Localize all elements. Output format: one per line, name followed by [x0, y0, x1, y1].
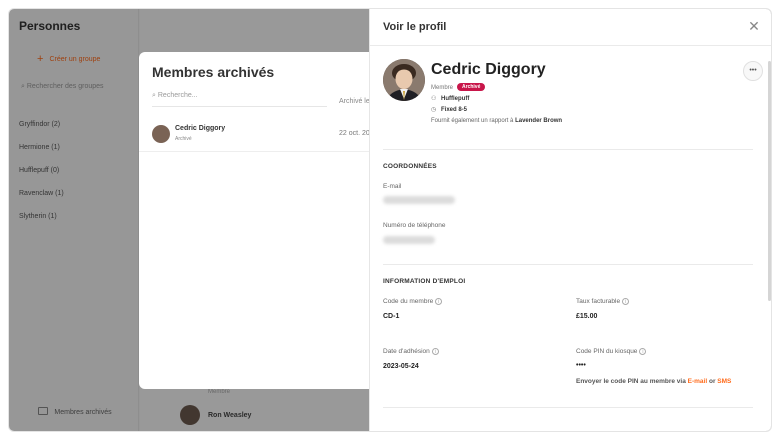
divider — [383, 407, 753, 408]
employment-section-title: INFORMATION D'EMPLOI — [383, 278, 466, 285]
member-group-line: ⚇ Hufflepuff — [431, 95, 469, 102]
reports-to-name: Lavender Brown — [515, 118, 563, 124]
send-pin-or: or — [708, 378, 716, 385]
member-name: Cedric Diggory — [431, 61, 546, 78]
close-icon[interactable]: ✕ — [747, 19, 761, 33]
status-badge: Archivé — [457, 83, 486, 91]
send-pin-line: Envoyer le code PIN au membre via E-mail… — [576, 378, 731, 385]
member-schedule-line: ◷ Fixed 8-5 — [431, 106, 467, 113]
kiosk-pin-label-wrap: Code PIN du kiosque i — [576, 348, 647, 355]
join-date-value: 2023-05-24 — [383, 363, 419, 370]
archived-member-name: Cedric Diggory — [175, 125, 226, 132]
billable-rate-value: £15.00 — [576, 313, 598, 320]
phone-label: Numéro de téléphone — [383, 222, 446, 229]
archived-date-column-header[interactable]: Archivé le — [339, 98, 370, 105]
kiosk-pin-label: Code PIN du kiosque — [576, 348, 638, 355]
reports-prefix: Fournit également un rapport à — [431, 118, 514, 124]
send-pin-prefix: Envoyer le code PIN au membre via — [576, 378, 686, 385]
more-options-button[interactable]: ••• — [743, 61, 763, 81]
billable-rate-label: Taux facturable — [576, 298, 621, 305]
member-role: Membre — [431, 85, 454, 91]
member-code-label: Code du membre — [383, 298, 434, 305]
profile-panel: Voir le profil ✕ Cedric Diggory Membre Ar… — [369, 9, 771, 431]
billable-rate-label-wrap: Taux facturable i — [576, 298, 630, 305]
archived-search-input[interactable]: ⌕ Recherche... — [152, 92, 327, 107]
avatar — [383, 59, 425, 101]
archived-member-status: Archivé — [175, 136, 192, 142]
kiosk-pin-value: •••• — [576, 362, 586, 369]
info-icon[interactable]: i — [431, 348, 439, 355]
archived-search-placeholder: Recherche... — [157, 92, 198, 99]
send-pin-email-link[interactable]: E-mail — [688, 378, 708, 385]
member-group: Hufflepuff — [441, 96, 470, 102]
email-label: E-mail — [383, 183, 402, 190]
reports-to-line: Fournit également un rapport à Lavender … — [431, 118, 562, 124]
divider — [383, 264, 753, 265]
member-schedule: Fixed 8-5 — [441, 107, 468, 113]
member-role-line: Membre Archivé — [431, 83, 486, 91]
divider — [383, 149, 753, 150]
scrollbar[interactable] — [768, 61, 771, 301]
member-code-value: CD-1 — [383, 313, 400, 320]
avatar-portrait — [383, 59, 425, 101]
info-icon[interactable]: i — [435, 298, 443, 305]
join-date-label: Date d'adhésion — [383, 348, 430, 355]
profile-card: Cedric Diggory Membre Archivé ⚇ Hufflepuff… — [383, 59, 763, 139]
info-icon[interactable]: i — [639, 348, 647, 355]
contact-section-title: COORDONNÉES — [383, 163, 437, 170]
profile-panel-title: Voir le profil — [383, 21, 447, 33]
avatar — [152, 125, 170, 143]
app-window: Personnes + Créer un groupe ⌕ Rechercher … — [8, 8, 772, 432]
send-pin-sms-link[interactable]: SMS — [717, 378, 731, 385]
join-date-label-wrap: Date d'adhésion i — [383, 348, 439, 355]
member-code-label-wrap: Code du membre i — [383, 298, 443, 305]
archived-modal-title: Membres archivés — [152, 64, 275, 80]
table-row[interactable]: Cedric Diggory Archivé 22 oct. 2024 — [139, 116, 399, 152]
info-icon[interactable]: i — [622, 298, 630, 305]
archived-members-modal: Membres archivés ⌕ Recherche... Archivé … — [139, 52, 399, 389]
clock-icon: ◷ — [431, 107, 437, 113]
search-icon: ⌕ — [152, 92, 156, 99]
phone-value-redacted — [383, 236, 435, 244]
users-icon: ⚇ — [431, 96, 437, 102]
email-value-redacted — [383, 196, 455, 204]
profile-panel-header: Voir le profil ✕ — [370, 9, 771, 46]
